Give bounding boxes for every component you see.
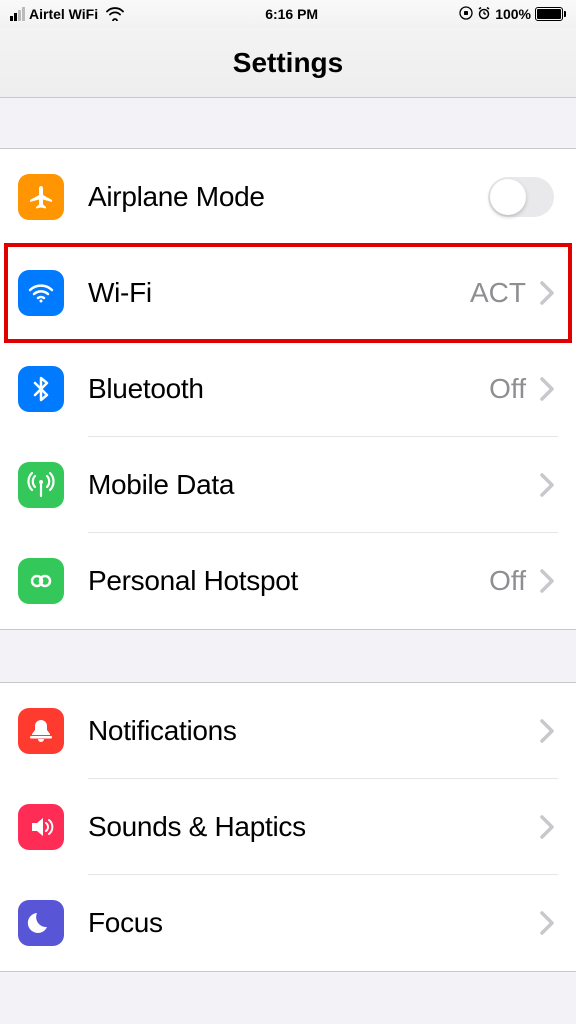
battery-icon <box>535 7 566 21</box>
row-label: Mobile Data <box>88 469 530 501</box>
row-airplane-mode[interactable]: Airplane Mode <box>0 149 576 245</box>
wifi-status-icon <box>106 7 124 21</box>
chevron-right-icon <box>540 377 554 401</box>
settings-section-connectivity: Airplane Mode Wi-Fi ACT Bluetooth Off <box>0 148 576 630</box>
settings-section-alerts: Notifications Sounds & Haptics Focus <box>0 682 576 972</box>
airplane-toggle[interactable] <box>488 177 554 217</box>
wifi-icon <box>18 270 64 316</box>
airplane-icon <box>18 174 64 220</box>
chevron-right-icon <box>540 911 554 935</box>
notifications-icon <box>18 708 64 754</box>
chevron-right-icon <box>540 719 554 743</box>
battery-percentage: 100% <box>495 6 531 22</box>
row-label: Wi-Fi <box>88 277 470 309</box>
moon-icon <box>18 900 64 946</box>
row-label: Personal Hotspot <box>88 565 489 597</box>
chevron-right-icon <box>540 473 554 497</box>
row-sounds-haptics[interactable]: Sounds & Haptics <box>0 779 576 875</box>
alarm-icon <box>477 6 491 23</box>
chevron-right-icon <box>540 815 554 839</box>
row-value: ACT <box>470 277 526 309</box>
row-label: Focus <box>88 907 530 939</box>
row-label: Notifications <box>88 715 530 747</box>
status-time: 6:16 PM <box>265 6 318 22</box>
chevron-right-icon <box>540 281 554 305</box>
row-label: Sounds & Haptics <box>88 811 530 843</box>
chevron-right-icon <box>540 569 554 593</box>
row-label: Airplane Mode <box>88 181 488 213</box>
section-spacer <box>0 98 576 148</box>
row-value: Off <box>489 373 526 405</box>
section-spacer <box>0 630 576 682</box>
bluetooth-icon <box>18 366 64 412</box>
antenna-icon <box>18 462 64 508</box>
signal-bars-icon <box>10 7 25 21</box>
status-right: 100% <box>459 6 566 23</box>
row-value: Off <box>489 565 526 597</box>
row-wifi[interactable]: Wi-Fi ACT <box>0 245 576 341</box>
lock-rotation-icon <box>459 6 473 23</box>
status-bar: Airtel WiFi 6:16 PM 100% <box>0 0 576 28</box>
row-notifications[interactable]: Notifications <box>0 683 576 779</box>
row-personal-hotspot[interactable]: Personal Hotspot Off <box>0 533 576 629</box>
carrier-label: Airtel WiFi <box>29 6 98 22</box>
row-mobile-data[interactable]: Mobile Data <box>0 437 576 533</box>
hotspot-icon <box>18 558 64 604</box>
row-bluetooth[interactable]: Bluetooth Off <box>0 341 576 437</box>
nav-bar: Settings <box>0 28 576 98</box>
page-title: Settings <box>233 47 343 79</box>
row-label: Bluetooth <box>88 373 489 405</box>
speaker-icon <box>18 804 64 850</box>
row-focus[interactable]: Focus <box>0 875 576 971</box>
status-left: Airtel WiFi <box>10 6 124 22</box>
